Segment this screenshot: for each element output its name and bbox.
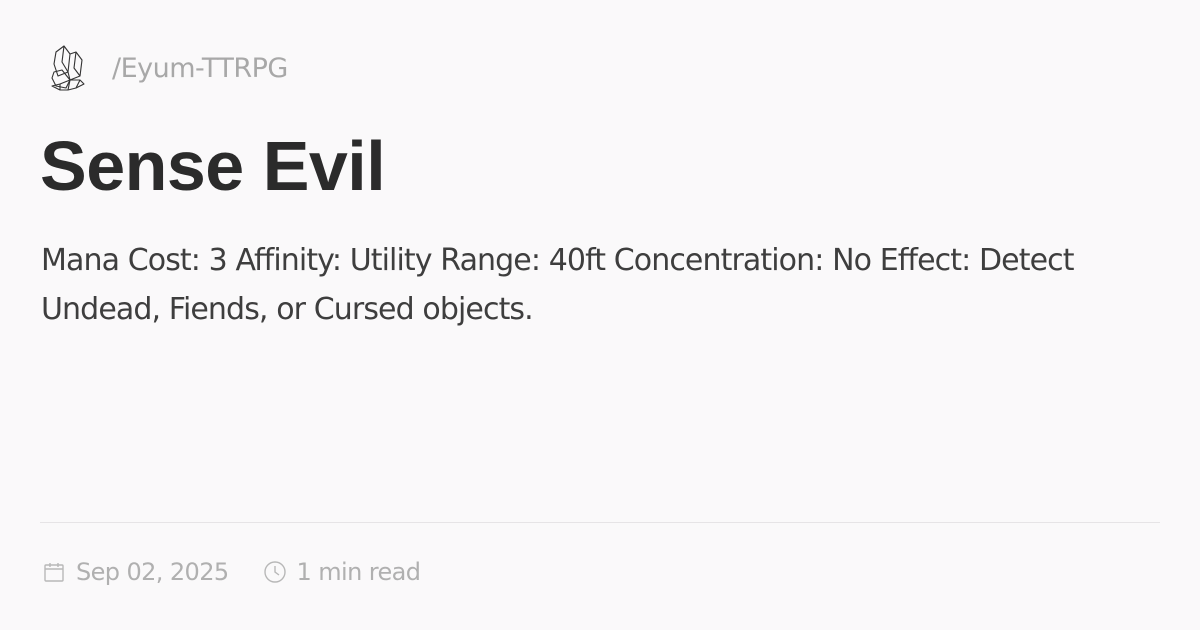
read-time: 1 min read [263, 558, 421, 586]
post-meta: Sep 02, 2025 1 min read [42, 558, 454, 586]
clock-icon [263, 561, 286, 583]
date-text: Sep 02, 2025 [76, 558, 229, 586]
page-description: Mana Cost: 3 Affinity: Utility Range: 40… [41, 243, 1074, 327]
read-time-text: 1 min read [296, 558, 421, 586]
divider [40, 522, 1160, 523]
site-brand[interactable]: /Eyum-TTRPG [48, 42, 288, 94]
crystal-icon [51, 45, 85, 91]
page-title: Sense Evil [40, 127, 386, 205]
calendar-icon [44, 563, 64, 582]
publish-date: Sep 02, 2025 [42, 558, 229, 586]
site-name: /Eyum-TTRPG [112, 52, 288, 84]
